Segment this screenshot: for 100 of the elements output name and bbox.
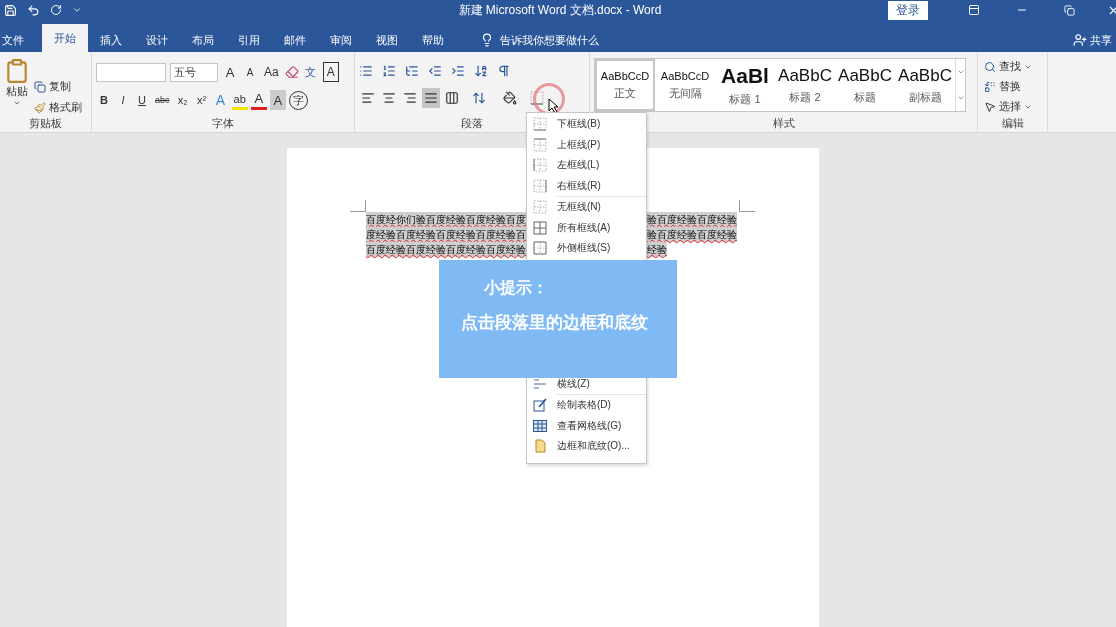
subscript-button[interactable]: x₂	[174, 90, 191, 110]
menu-item[interactable]: 查看网格线(G)	[527, 415, 646, 436]
document-text: 验百度经验百度经验	[647, 227, 737, 242]
redo-icon[interactable]	[50, 4, 62, 16]
bullets-icon[interactable]	[359, 64, 373, 78]
find-button[interactable]: 查找	[982, 58, 1034, 75]
select-button[interactable]: 选择	[982, 98, 1034, 115]
tip-text: 点击段落里的边框和底纹	[461, 312, 649, 334]
border-icon	[533, 158, 547, 173]
grid-icon	[533, 418, 547, 433]
menu-item[interactable]: 左框线(L)	[527, 155, 646, 176]
phonetic-guide-button[interactable]: 文	[302, 62, 319, 82]
ribbon-tab[interactable]: 邮件	[272, 28, 318, 52]
group-label: 剪贴板	[29, 116, 62, 131]
grow-font-button[interactable]: A	[222, 62, 238, 82]
border-icon	[533, 178, 547, 193]
copy-icon	[34, 80, 46, 93]
format-painter-button[interactable]: 格式刷	[32, 99, 84, 116]
caret-icon	[13, 99, 21, 107]
align-icon	[445, 91, 459, 105]
ribbon-tab[interactable]: 审阅	[318, 28, 364, 52]
replace-button[interactable]: 替换	[982, 78, 1034, 95]
clipboard-icon	[4, 58, 30, 84]
font-name-field[interactable]	[96, 62, 166, 82]
ribbon-tab[interactable]: 开始	[42, 24, 88, 52]
shrink-font-button[interactable]: A	[242, 62, 258, 82]
border-icon	[533, 137, 547, 152]
pilcrow-icon[interactable]	[497, 64, 511, 78]
copy-button[interactable]: 复制	[32, 78, 84, 95]
restore-icon[interactable]	[1064, 4, 1075, 16]
menu-item[interactable]: 下框线(B)	[527, 114, 646, 135]
paint-bucket-icon[interactable]	[503, 91, 517, 105]
increase-indent-icon[interactable]	[451, 64, 465, 78]
login-button[interactable]: 登录	[888, 0, 928, 20]
border-icon	[533, 117, 547, 132]
menu-item[interactable]: 所有框线(A)	[527, 217, 646, 238]
italic-button[interactable]: I	[115, 90, 131, 110]
change-case-button[interactable]: Aa	[262, 62, 281, 82]
group-label: 段落	[461, 116, 483, 131]
ribbon-tab[interactable]: 视图	[364, 28, 410, 52]
document-text: 百度经验百度经验百度经验百度经验	[366, 242, 526, 257]
border-icon	[533, 200, 547, 215]
ribbon-tab[interactable]: 插入	[88, 28, 134, 52]
align-icon	[403, 91, 417, 105]
document-text: 度经验百度经验百度经验百度经验百	[366, 227, 526, 242]
borders-icon[interactable]	[530, 91, 544, 105]
tip-title: 小提示：	[483, 278, 549, 298]
replace-icon	[984, 80, 996, 93]
paintbrush-icon	[34, 101, 46, 114]
align-icon	[382, 91, 396, 105]
eraser-icon[interactable]	[284, 65, 299, 79]
share-button[interactable]: 共享	[1073, 28, 1112, 52]
numbering-icon[interactable]	[382, 64, 396, 78]
ribbon-tab[interactable]: 布局	[180, 28, 226, 52]
menu-item[interactable]: 外侧框线(S)	[527, 238, 646, 259]
customize-caret-icon[interactable]	[72, 5, 82, 15]
font-size-field[interactable]: 五号	[170, 62, 218, 82]
menu-item[interactable]: 无框线(N)	[527, 197, 646, 218]
menu-item[interactable]: 绘制表格(D)	[527, 395, 646, 416]
tell-me-field[interactable]: 告诉我你想要做什么	[500, 32, 599, 48]
superscript-button[interactable]: x²	[193, 90, 210, 110]
document-text: 百度经你们验百度经验百度经验百度	[366, 212, 526, 227]
ribbon-tab[interactable]: 设计	[134, 28, 180, 52]
document-icon	[533, 439, 547, 454]
lightbulb-icon	[480, 33, 494, 47]
ribbon-tab[interactable]: 文件	[0, 28, 26, 52]
menu-item[interactable]: 边框和底纹(O)...	[527, 436, 646, 457]
pointer-icon	[984, 100, 996, 113]
paste-button[interactable]: 粘贴	[2, 56, 32, 116]
align-icon	[361, 91, 375, 105]
align-icon	[424, 91, 438, 105]
underline-button[interactable]: U	[134, 90, 150, 110]
ribbon-display-icon[interactable]	[968, 4, 980, 16]
ribbon-tab[interactable]: 帮助	[410, 28, 456, 52]
border-icon	[533, 241, 547, 256]
save-icon[interactable]	[4, 3, 17, 17]
menu-item[interactable]: 右框线(R)	[527, 175, 646, 196]
character-shading-button[interactable]: A	[269, 90, 286, 110]
bold-button[interactable]: B	[96, 90, 112, 110]
multilevel-list-icon[interactable]	[405, 64, 419, 78]
document-text: 验百度经验百度经验	[647, 212, 737, 227]
strikethrough-button[interactable]: abc	[153, 90, 172, 110]
caret-icon	[956, 68, 965, 76]
justify-button[interactable]	[422, 88, 440, 108]
style-item[interactable]: AaBbCcD 正文	[595, 59, 655, 111]
undo-icon[interactable]	[27, 3, 40, 17]
caret-icon	[956, 94, 965, 102]
font-color-button[interactable]: A	[250, 90, 267, 110]
character-border-button[interactable]: A	[322, 62, 339, 82]
menu-item[interactable]: 上框线(P)	[527, 134, 646, 155]
search-icon	[984, 60, 996, 73]
document-text: 经验	[647, 242, 667, 257]
group-label: 编辑	[1001, 116, 1024, 131]
line-spacing-icon[interactable]	[472, 91, 486, 105]
ribbon-tab[interactable]: 引用	[226, 28, 272, 52]
group-label: 字体	[212, 116, 234, 131]
sort-icon[interactable]	[474, 64, 488, 78]
user-icon	[1073, 33, 1087, 47]
highlight-button[interactable]: ab	[231, 90, 248, 110]
decrease-indent-icon[interactable]	[428, 64, 442, 78]
